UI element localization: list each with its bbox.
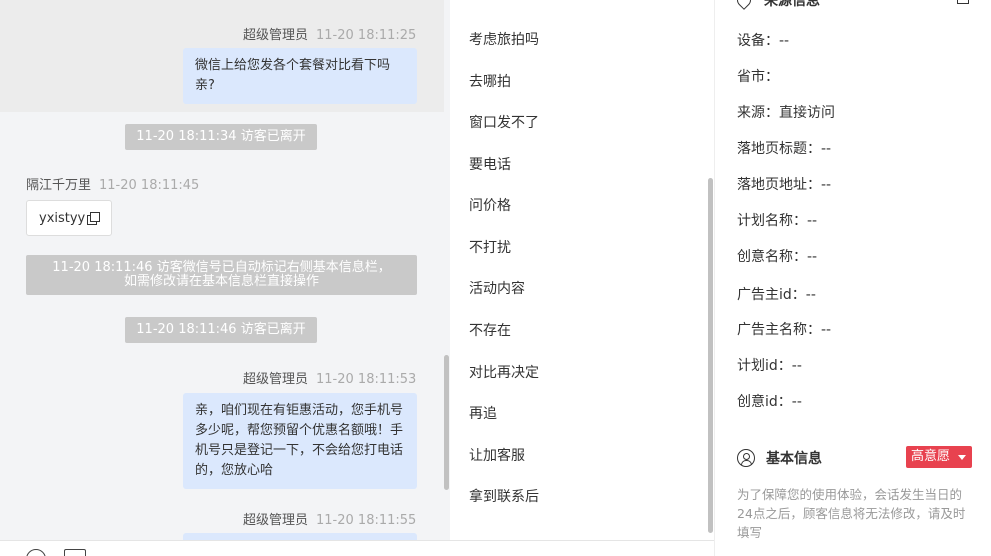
caret-down-icon: [958, 455, 966, 460]
info-label: 落地页标题：: [737, 141, 821, 157]
quick-reply-item[interactable]: 让加客服: [469, 445, 525, 465]
message-header: 超级管理员 11-20 18:11:53: [243, 368, 416, 387]
visitor-info-pane: 来源信息 设备：-- 省市： 来源：直接访问 落地页标题：-- 落地页地址：--…: [714, 0, 991, 556]
info-label: 计划名称：: [737, 213, 807, 229]
chat-scrollbar[interactable]: [444, 355, 449, 490]
quick-reply-item[interactable]: 活动内容: [469, 278, 525, 298]
info-value: --: [779, 33, 790, 49]
quick-reply-item[interactable]: 不打扰: [469, 237, 511, 257]
message-header: 隔江千万里 11-20 18:11:45: [26, 174, 199, 193]
chat-workspace: 超级管理员 11-20 18:11:25 微信上给您发各个套餐对比看下吗亲? 11…: [0, 0, 991, 556]
info-row-device: 设备：--: [737, 30, 789, 50]
system-message: 11-20 18:11:46 访客微信号已自动标记右侧基本信息栏， 如需修改请在…: [26, 255, 417, 295]
info-row-landing-url: 落地页地址：--: [737, 174, 831, 194]
sender-name: 超级管理员: [243, 513, 309, 528]
info-row-creative-id: 创意id：--: [737, 391, 802, 411]
quick-reply-item[interactable]: 不存在: [469, 320, 511, 340]
info-value: 直接访问: [779, 105, 835, 121]
info-value: --: [791, 358, 802, 374]
source-info-header: 来源信息: [734, 0, 820, 10]
emoji-icon[interactable]: [26, 549, 46, 556]
info-value: --: [807, 213, 818, 229]
info-label: 广告主名称：: [737, 322, 821, 338]
quick-reply-item[interactable]: 去哪拍: [469, 71, 511, 91]
message-time: 11-20 18:11:25: [316, 28, 417, 43]
system-message-line: 11-20 18:11:46 访客微信号已自动标记右侧基本信息栏，: [52, 260, 391, 275]
section-title: 基本信息: [766, 451, 822, 467]
outgoing-message: 亲，咱们现在有钜惠活动，您手机号多少呢，帮您预留个优惠名额哦！手机号只是登记一下…: [183, 393, 417, 489]
message-time: 11-20 18:11:53: [316, 372, 417, 387]
info-label: 落地页地址：: [737, 177, 821, 193]
quick-reply-item[interactable]: 窗口发不了: [469, 112, 539, 132]
message-text: yxistyy: [39, 211, 86, 226]
info-value: --: [821, 322, 832, 338]
info-value: --: [821, 141, 832, 157]
info-label: 创意名称：: [737, 249, 807, 265]
quick-reply-item[interactable]: 考虑旅拍吗: [469, 29, 539, 49]
info-row-source: 来源：直接访问: [737, 102, 835, 122]
info-label: 来源：: [737, 105, 779, 121]
info-label: 广告主id：: [737, 287, 806, 303]
system-message: 11-20 18:11:46 访客已离开: [125, 317, 317, 343]
user-icon: [737, 449, 755, 467]
quick-reply-scrollbar[interactable]: [708, 178, 713, 533]
info-row-city: 省市：: [737, 66, 779, 86]
outgoing-message: [183, 533, 417, 540]
edit-notice: 为了保障您的使用体验，会话发生当日的24点之后，顾客信息将无法修改，请及时填写: [737, 487, 966, 540]
quick-reply-item[interactable]: 对比再决定: [469, 362, 539, 382]
message-time: 11-20 18:11:55: [316, 513, 417, 528]
info-label: 创意id：: [737, 394, 792, 410]
quick-reply-item[interactable]: 拿到联系后: [469, 486, 539, 506]
edit-icon[interactable]: [957, 0, 969, 4]
quick-reply-item[interactable]: …: [469, 0, 483, 4]
message-header: 超级管理员 11-20 18:11:25: [243, 24, 416, 43]
basic-info-header: 基本信息: [737, 448, 822, 468]
info-value: --: [805, 287, 816, 303]
copy-icon[interactable]: [87, 212, 101, 225]
system-message: 11-20 18:11:34 访客已离开: [125, 124, 317, 150]
outgoing-message: 微信上给您发各个套餐对比看下吗亲?: [183, 48, 417, 104]
quick-reply-item[interactable]: 问价格: [469, 195, 511, 215]
quick-reply-item[interactable]: 要电话: [469, 154, 511, 174]
message-time: 11-20 18:11:45: [99, 178, 200, 193]
info-row-advertiser-name: 广告主名称：--: [737, 319, 831, 339]
info-value: --: [807, 249, 818, 265]
intent-dropdown[interactable]: 高意愿: [906, 446, 972, 468]
intent-label: 高意愿: [911, 449, 951, 464]
incoming-message[interactable]: yxistyy: [26, 200, 112, 236]
info-label: 计划id：: [737, 358, 792, 374]
info-row-plan-name: 计划名称：--: [737, 210, 817, 230]
info-label: 省市：: [737, 69, 779, 85]
info-row-plan-id: 计划id：--: [737, 355, 802, 375]
chat-pane: 超级管理员 11-20 18:11:25 微信上给您发各个套餐对比看下吗亲? 11…: [0, 0, 450, 540]
image-icon[interactable]: [64, 549, 86, 556]
quick-reply-item[interactable]: 再追: [469, 403, 497, 423]
info-value: --: [821, 177, 832, 193]
info-row-advertiser-id: 广告主id：--: [737, 284, 816, 304]
info-row-landing-title: 落地页标题：--: [737, 138, 831, 158]
sender-name: 隔江千万里: [26, 178, 92, 193]
sender-name: 超级管理员: [243, 28, 309, 43]
input-toolbar: [0, 540, 714, 556]
info-value: --: [791, 394, 802, 410]
info-row-creative-name: 创意名称：--: [737, 246, 817, 266]
system-message-line: 如需修改请在基本信息栏直接操作: [123, 274, 319, 289]
message-header: 超级管理员 11-20 18:11:55: [243, 509, 416, 528]
sender-name: 超级管理员: [243, 372, 309, 387]
info-label: 设备：: [737, 33, 779, 49]
section-title: 来源信息: [764, 0, 820, 9]
location-icon: [734, 0, 754, 10]
quick-reply-pane: … 考虑旅拍吗 去哪拍 窗口发不了 要电话 问价格 不打扰 活动内容 不存在 对…: [452, 0, 714, 540]
